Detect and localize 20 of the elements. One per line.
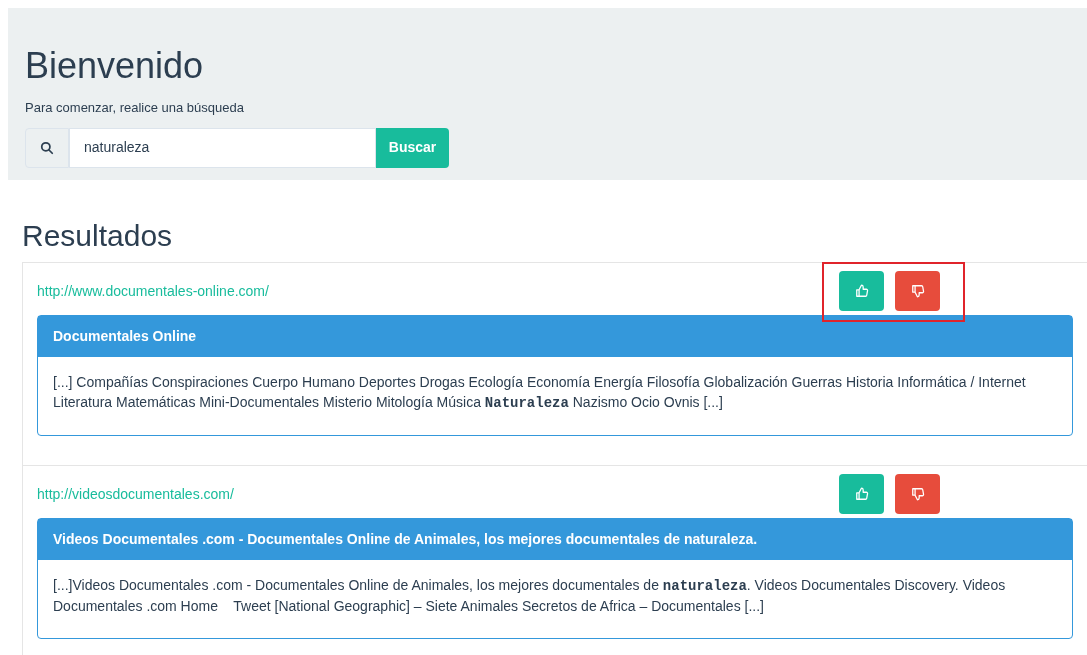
dislike-button[interactable] [895,271,940,311]
thumbs-down-icon [910,284,925,298]
thumbs-up-icon [854,284,869,298]
result-snippet: [...] Compañías Conspiraciones Cuerpo Humano Deportes Drogas Ecología Economía Energía Filosofía Globalización Guerras Historia Informática / Internet Literatura Matemáticas Mini-Documentales Misterio Mitología Música Naturaleza Nazismo Ocio Ovnis [...] [52,373,1027,413]
search-button[interactable]: Buscar [376,127,449,168]
search-field[interactable]: naturaleza [69,127,376,168]
result-link[interactable]: http://www.documentales-online.com/ [37,280,269,302]
page-subtitle: Para comenzar, realice una búsqueda [25,99,245,117]
dislike-button[interactable] [895,474,940,514]
thumbs-down-icon [910,487,925,501]
like-button[interactable] [839,271,884,311]
results-heading: Resultados [22,218,174,254]
page-title: Bienvenido [25,46,205,86]
like-button[interactable] [839,474,884,514]
result-snippet: [...]Videos Documentales .com - Documentales Online de Animales, los mejores documentales de naturaleza. Videos Documentales Discovery. Videos Documentales .com Home Tweet [National Geographic] – Siete Animales Secretos de Africa – Documentales [...] [52,576,1007,616]
result-link[interactable]: http://videosdocumentales.com/ [37,483,234,505]
result-title: Videos Documentales .com - Documentales Online de Animales, los mejores documentales de naturaleza. [38,519,1072,560]
result-title: Documentales Online [38,316,1072,357]
search-icon [40,140,54,155]
thumbs-up-icon [854,487,869,501]
